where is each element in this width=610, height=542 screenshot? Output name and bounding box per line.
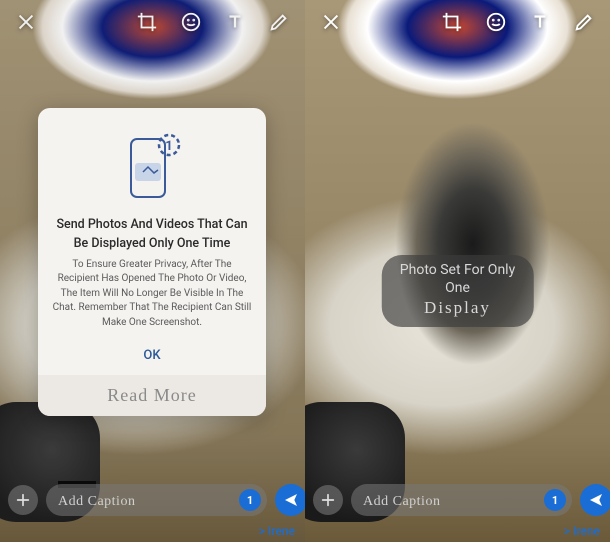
- caption-field-wrapper[interactable]: 1: [46, 484, 267, 516]
- caption-field-wrapper[interactable]: 1: [351, 484, 572, 516]
- toast-line1: Photo Set For Only One: [399, 262, 516, 297]
- right-screen: Photo Set For Only One Display 1 > Irene: [305, 0, 610, 542]
- caption-input[interactable]: [363, 492, 544, 508]
- view-once-toggle[interactable]: 1: [544, 489, 566, 511]
- emoji-icon[interactable]: [485, 11, 507, 33]
- add-media-button[interactable]: [313, 485, 343, 515]
- dialog-ok-button[interactable]: OK: [143, 344, 160, 375]
- crop-icon[interactable]: [441, 11, 463, 33]
- recipient-label: > Irene: [259, 524, 295, 538]
- left-screen: 1 Send Photos And Videos That Can Be Dis…: [0, 0, 305, 542]
- add-media-button[interactable]: [8, 485, 38, 515]
- text-icon[interactable]: [529, 11, 551, 33]
- recipient-prefix: >: [564, 524, 573, 538]
- dialog-illustration: 1: [107, 126, 197, 206]
- recipient-name: Irene: [268, 524, 295, 538]
- editor-toolbar: [305, 0, 610, 44]
- caption-input[interactable]: [58, 492, 239, 508]
- view-once-toggle[interactable]: 1: [239, 489, 261, 511]
- view-once-toast: Photo Set For Only One Display: [381, 255, 534, 327]
- pencil-icon[interactable]: [573, 11, 595, 33]
- send-button[interactable]: [580, 484, 610, 516]
- caption-bar: 1: [0, 482, 305, 518]
- recipient-label: > Irene: [564, 524, 600, 538]
- dialog-read-more-button[interactable]: Read More: [38, 375, 266, 416]
- toast-line2: Display: [399, 297, 516, 318]
- recipient-name: Irene: [573, 524, 600, 538]
- recipient-prefix: >: [259, 524, 268, 538]
- svg-text:1: 1: [165, 139, 172, 154]
- dialog-title: Send Photos And Videos That Can Be Displ…: [38, 206, 266, 258]
- dialog-body: To Ensure Greater Privacy, After The Rec…: [38, 258, 266, 345]
- close-icon[interactable]: [320, 11, 342, 33]
- send-button[interactable]: [275, 484, 305, 516]
- view-once-info-dialog: 1 Send Photos And Videos That Can Be Dis…: [38, 108, 266, 416]
- caption-bar: 1: [305, 482, 610, 518]
